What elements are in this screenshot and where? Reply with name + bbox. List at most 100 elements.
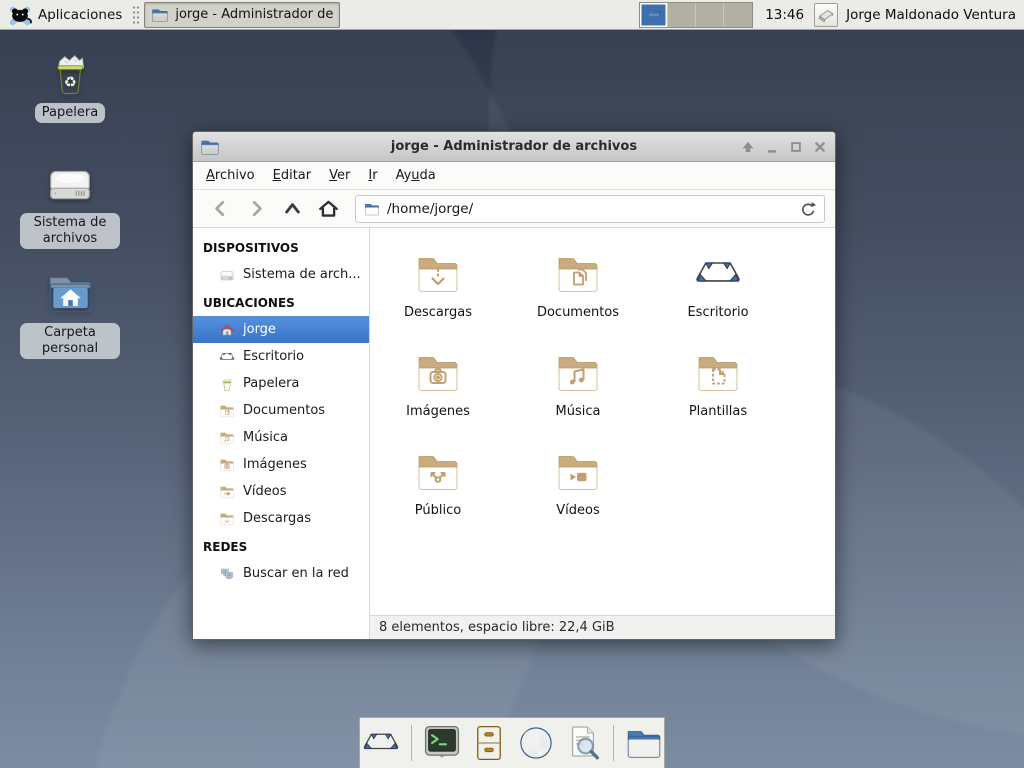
window-body: DISPOSITIVOS Sistema de arch... UBICACIO…	[193, 228, 835, 639]
home-folder-icon	[45, 268, 95, 318]
file-manager-launcher[interactable]	[625, 724, 663, 762]
sidebar-item-buscar-en-la-red[interactable]: Buscar en la red	[193, 560, 369, 587]
home-icon	[316, 196, 341, 221]
desktop-icon	[219, 349, 235, 365]
home-button[interactable]	[311, 195, 345, 223]
desktop-icon-label: Papelera	[35, 103, 105, 123]
folder-download-icon	[219, 511, 235, 527]
sidebar-item-escritorio[interactable]: Escritorio	[193, 343, 369, 370]
search-launcher[interactable]	[564, 724, 602, 762]
sidebar-item-sistema-de-archivos[interactable]: Sistema de arch...	[193, 261, 369, 288]
file-plantillas[interactable]: Plantillas	[652, 349, 784, 419]
folder-public-icon	[414, 448, 462, 496]
applications-menu-button[interactable]: Aplicaciones	[0, 0, 130, 29]
window-miniature-icon	[647, 8, 661, 22]
file-manager-window: jorge - Administrador de archivos Archiv…	[192, 131, 836, 640]
desktop-icon-papelera[interactable]: Papelera	[20, 48, 120, 123]
window-controls	[740, 139, 828, 155]
sidebar-item-papelera[interactable]: Papelera	[193, 370, 369, 397]
sidebar-item-descargas[interactable]: Descargas	[193, 505, 369, 532]
menu-ver[interactable]: Ver	[320, 168, 359, 183]
main-pane: Descargas Documentos Escritorio Imágenes	[370, 228, 835, 639]
taskbar-window-label: jorge - Administrador de...	[175, 7, 333, 22]
workspace-switcher	[639, 2, 753, 28]
desktop: Aplicaciones jorge - Administrador de...…	[0, 0, 1024, 768]
file-escritorio[interactable]: Escritorio	[652, 250, 784, 320]
home-icon	[219, 322, 235, 338]
menu-ir[interactable]: Ir	[359, 168, 386, 183]
desktop-icon-sistema-de-archivos[interactable]: Sistema de archivos	[20, 158, 120, 249]
folder-music-icon	[554, 349, 602, 397]
minimize-button[interactable]	[764, 139, 780, 155]
xfce-logo-icon	[8, 3, 32, 27]
workspace-4[interactable]	[724, 3, 752, 27]
forward-button[interactable]	[239, 195, 273, 223]
sidebar-item-imagenes[interactable]: Imágenes	[193, 451, 369, 478]
show-desktop-button[interactable]	[362, 724, 400, 762]
back-button[interactable]	[203, 195, 237, 223]
folder-pictures-icon	[414, 349, 462, 397]
file-musica[interactable]: Música	[512, 349, 644, 419]
folder-templates-icon	[694, 349, 742, 397]
network-icon	[219, 566, 235, 582]
drive-icon	[45, 158, 95, 208]
file-videos[interactable]: Vídeos	[512, 448, 644, 518]
bottom-dock	[359, 717, 665, 768]
shade-button[interactable]	[740, 139, 756, 155]
top-panel: Aplicaciones jorge - Administrador de...…	[0, 0, 1024, 30]
close-button[interactable]	[812, 139, 828, 155]
workspace-2[interactable]	[668, 3, 696, 27]
file-publico[interactable]: Público	[372, 448, 504, 518]
taskbar-window-button[interactable]: jorge - Administrador de...	[144, 2, 340, 28]
reload-icon[interactable]	[798, 200, 816, 218]
toolbar: /home/jorge/	[193, 190, 835, 228]
desktop-icon-label: Sistema de archivos	[20, 213, 120, 249]
folder-icon	[364, 201, 380, 217]
trash-full-icon	[45, 48, 95, 98]
desktop-icon	[694, 250, 742, 298]
up-button[interactable]	[275, 195, 309, 223]
folder-documents-icon	[554, 250, 602, 298]
menu-ayuda[interactable]: Ayuda	[387, 168, 445, 183]
file-documentos[interactable]: Documentos	[512, 250, 644, 320]
folder-documents-icon	[219, 403, 235, 419]
web-browser-launcher[interactable]	[517, 724, 555, 762]
workspace-3[interactable]	[696, 3, 724, 27]
statusbar: 8 elementos, espacio libre: 22,4 GiB	[370, 615, 835, 639]
sidebar-header-dispositivos: DISPOSITIVOS	[193, 233, 369, 261]
file-descargas[interactable]: Descargas	[372, 250, 504, 320]
menu-editar[interactable]: Editar	[264, 168, 321, 183]
user-name: Jorge Maldonado Ventura	[846, 7, 1016, 23]
sidebar-item-jorge[interactable]: jorge	[193, 316, 369, 343]
desktop-icon-label: Carpeta personal	[20, 323, 120, 359]
location-text[interactable]: /home/jorge/	[387, 201, 791, 217]
titlebar[interactable]: jorge - Administrador de archivos	[193, 132, 835, 162]
workspace-1[interactable]	[640, 3, 668, 27]
sidebar-item-documentos[interactable]: Documentos	[193, 397, 369, 424]
menubar: Archivo Editar Ver Ir Ayuda	[193, 162, 835, 190]
sidebar-header-ubicaciones: UBICACIONES	[193, 288, 369, 316]
chevron-up-icon	[280, 196, 305, 221]
user-actions-button[interactable]	[814, 3, 838, 27]
sidebar-item-musica[interactable]: Música	[193, 424, 369, 451]
dock-separator	[411, 725, 412, 761]
menu-archivo[interactable]: Archivo	[197, 168, 264, 183]
file-manager-icon	[151, 6, 169, 24]
location-bar[interactable]: /home/jorge/	[355, 195, 825, 223]
file-list: Descargas Documentos Escritorio Imágenes	[370, 228, 835, 615]
folder-download-icon	[414, 250, 462, 298]
panel-handle[interactable]	[132, 5, 141, 25]
statusbar-text: 8 elementos, espacio libre: 22,4 GiB	[379, 620, 615, 635]
drive-icon	[219, 267, 235, 283]
eraser-icon	[816, 5, 836, 25]
file-cabinet-launcher[interactable]	[470, 724, 508, 762]
sidebar-header-redes: REDES	[193, 532, 369, 560]
applications-label: Aplicaciones	[38, 7, 122, 23]
sidebar-item-videos[interactable]: Vídeos	[193, 478, 369, 505]
terminal-launcher[interactable]	[423, 724, 461, 762]
chevron-right-icon	[244, 196, 269, 221]
maximize-button[interactable]	[788, 139, 804, 155]
file-imagenes[interactable]: Imágenes	[372, 349, 504, 419]
clock[interactable]: 13:46	[765, 7, 804, 23]
desktop-icon-carpeta-personal[interactable]: Carpeta personal	[20, 268, 120, 359]
